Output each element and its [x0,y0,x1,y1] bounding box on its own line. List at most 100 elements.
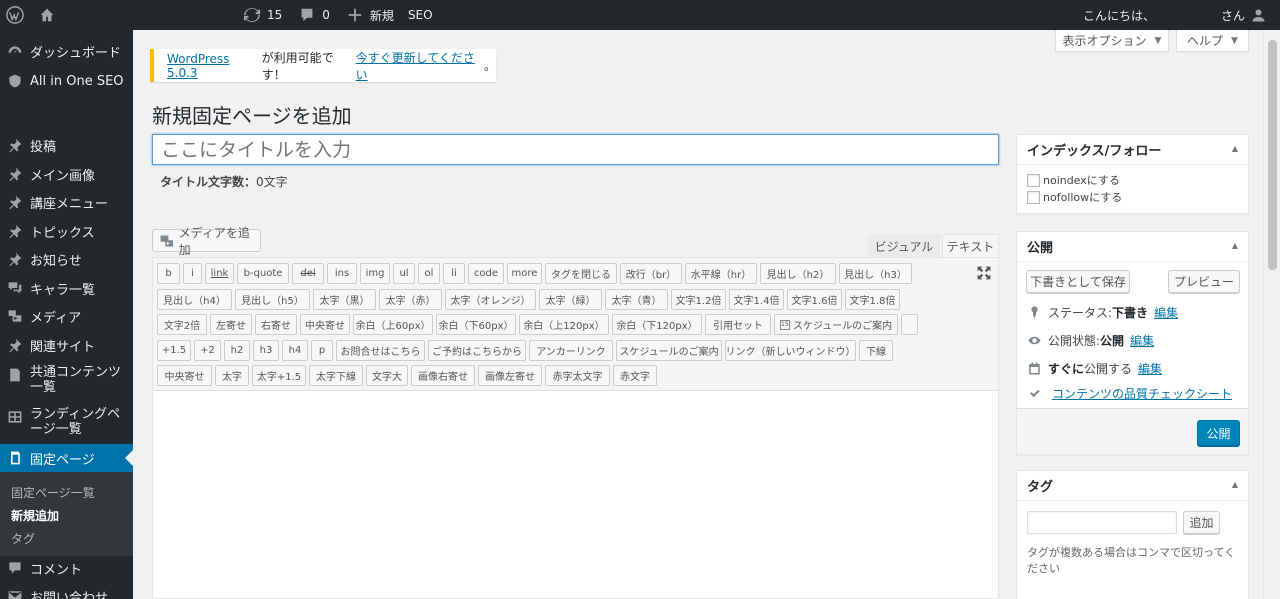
quicktag-button[interactable]: タグを閉じる [545,263,617,284]
title-input[interactable] [152,134,999,165]
publish-button[interactable]: 公開 [1197,420,1240,446]
quality-checklist-link[interactable]: コンテンツの品質チェックシート [1052,385,1232,402]
quicktag-button[interactable]: 太字+1.5 [252,365,306,386]
quicktag-button[interactable]: 見出し（h5） [235,289,310,310]
nofollow-option[interactable]: nofollowにする [1027,189,1122,205]
quicktag-button[interactable]: link [205,263,234,284]
sidebar-item-dashboard[interactable]: ダッシュボード [0,42,133,61]
sidebar-item-common-contents[interactable]: 共通コンテンツ一覧 [0,365,133,399]
scrollbar-thumb[interactable] [1268,40,1277,270]
quicktag-button[interactable]: 下線 [859,340,893,361]
quicktag-button[interactable]: お問合せはこちら [336,340,425,361]
quicktag-button[interactable]: del [292,263,324,284]
seo-link[interactable]: SEO [408,0,433,30]
quicktag-button[interactable]: 右寄せ [255,314,297,335]
quicktag-button[interactable]: 太字下線 [309,365,363,386]
quicktag-button[interactable]: 太字（黒） [313,289,376,310]
nofollow-checkbox[interactable] [1027,190,1040,204]
quicktag-button[interactable]: 文字1.4倍 [729,289,784,310]
quicktag-button[interactable]: i [183,263,202,284]
fullscreen-toggle[interactable] [976,265,992,281]
quicktag-button[interactable]: b [157,263,180,284]
quicktag-button[interactable]: +1.5 [157,340,191,361]
quicktag-button[interactable]: 画像左寄せ [478,365,542,386]
quicktag-button[interactable]: 文字1.2倍 [671,289,726,310]
save-draft-button[interactable]: 下書きとして保存 [1026,270,1130,293]
help-button[interactable]: ヘルプ ▼ [1176,30,1249,52]
edit-schedule-link[interactable]: 編集 [1138,360,1162,377]
collapse-arrow-icon[interactable]: ▲ [1232,480,1238,489]
quicktag-button[interactable]: 中央寄せ [300,314,350,335]
quicktag-button[interactable]: 太字（赤） [379,289,442,310]
quicktag-button[interactable]: リンク（新しいウィンドウ） [725,340,856,361]
collapse-arrow-icon[interactable]: ▲ [1232,144,1238,153]
update-now-link[interactable]: 今すぐ更新してください [356,49,484,83]
sidebar-item-related-sites[interactable]: 関連サイト [0,335,133,355]
tab-visual[interactable]: ビジュアル [868,234,940,258]
quicktag-button[interactable]: 余白（下120px） [612,314,702,335]
quicktag-button[interactable]: アンカーリンク [529,340,613,361]
quicktag-button[interactable]: li [443,263,465,284]
quicktag-button[interactable]: 太字 [215,365,249,386]
quicktag-button[interactable]: h4 [282,340,308,361]
quicktag-button[interactable]: 余白（上120px） [519,314,609,335]
sidebar-item-news[interactable]: お知らせ [0,249,133,269]
edit-visibility-link[interactable]: 編集 [1130,332,1154,349]
sidebar-item-main-image[interactable]: メイン画像 [0,164,133,184]
quicktag-button[interactable]: 文字大 [366,365,408,386]
noindex-option[interactable]: noindexにする [1027,172,1120,188]
quicktag-button[interactable]: ins [327,263,357,284]
quicktag-button[interactable]: h2 [224,340,250,361]
quicktag-button[interactable]: 左寄せ [210,314,252,335]
quicktag-button[interactable]: ol [418,263,440,284]
sidebar-item-comments[interactable]: コメント [0,558,133,578]
preview-button[interactable]: プレビュー [1168,270,1240,293]
quicktag-button[interactable]: 赤字太文字 [545,365,610,386]
sidebar-item-landing-pages[interactable]: ランディングページ一覧 [0,407,133,441]
home-icon[interactable] [38,0,56,30]
sidebar-item-course-menu[interactable]: 講座メニュー [0,192,133,212]
quicktag-button[interactable]: h3 [253,340,279,361]
add-tag-button[interactable]: 追加 [1183,511,1220,534]
comments-link[interactable]: 0 [298,0,330,30]
quicktag-button[interactable]: スケジュールのご案内 [616,340,722,361]
quicktag-button[interactable]: 見出し（h2） [760,263,836,284]
wordpress-version-link[interactable]: WordPress 5.0.3 [167,52,262,80]
quicktag-button[interactable] [901,314,918,335]
quicktag-button[interactable]: 画像右寄せ [411,365,475,386]
submenu-all-pages[interactable]: 固定ページ一覧 [11,484,95,501]
quicktag-button[interactable]: more [507,263,542,284]
wordpress-logo-icon[interactable] [6,0,26,30]
quicktag-button[interactable]: code [468,263,504,284]
quicktag-button[interactable]: 引用セット [705,314,771,335]
sidebar-item-posts[interactable]: 投稿 [0,135,133,155]
quicktag-button[interactable]: 文字1.6倍 [787,289,842,310]
add-media-button[interactable]: メディアを追加 [152,226,261,257]
quicktag-button[interactable]: 太字（緑） [539,289,602,310]
account-menu[interactable]: こんにちは、 さん [1083,0,1266,30]
quicktag-button[interactable]: 中央寄せ [157,365,212,386]
page-scrollbar[interactable] [1263,30,1280,599]
sidebar-item-pages[interactable]: 固定ページ [0,444,133,472]
quicktag-button[interactable]: 余白（上60px） [353,314,433,335]
quicktag-button[interactable]: 余白（下60px） [436,314,516,335]
quicktag-button[interactable]: p [311,340,333,361]
quicktag-button[interactable]: ご予約はこちらから [428,340,526,361]
quicktag-button[interactable]: 太字（青） [605,289,668,310]
quicktag-button[interactable]: ul [393,263,415,284]
submenu-tags[interactable]: タグ [11,530,35,547]
quicktag-button[interactable]: b-quote [237,263,289,284]
quicktag-button[interactable]: 水平線（hr） [685,263,757,284]
tag-input[interactable] [1027,511,1177,534]
quicktag-button[interactable]: 赤文字 [613,365,657,386]
sidebar-item-media[interactable]: メディア [0,306,133,326]
quicktag-button[interactable]: +2 [194,340,221,361]
sidebar-item-contact[interactable]: お問い合わせ [0,586,133,599]
screen-options-button[interactable]: 表示オプション ▼ [1055,30,1169,52]
sidebar-item-characters[interactable]: キャラ一覧 [0,278,133,298]
quicktag-button[interactable]: 15 スケジュールのご案内 [774,314,898,335]
edit-status-link[interactable]: 編集 [1154,304,1178,321]
tab-text[interactable]: テキスト [942,234,999,258]
quicktag-button[interactable]: 太字（オレンジ） [445,289,536,310]
updates-link[interactable]: 15 [243,0,282,30]
